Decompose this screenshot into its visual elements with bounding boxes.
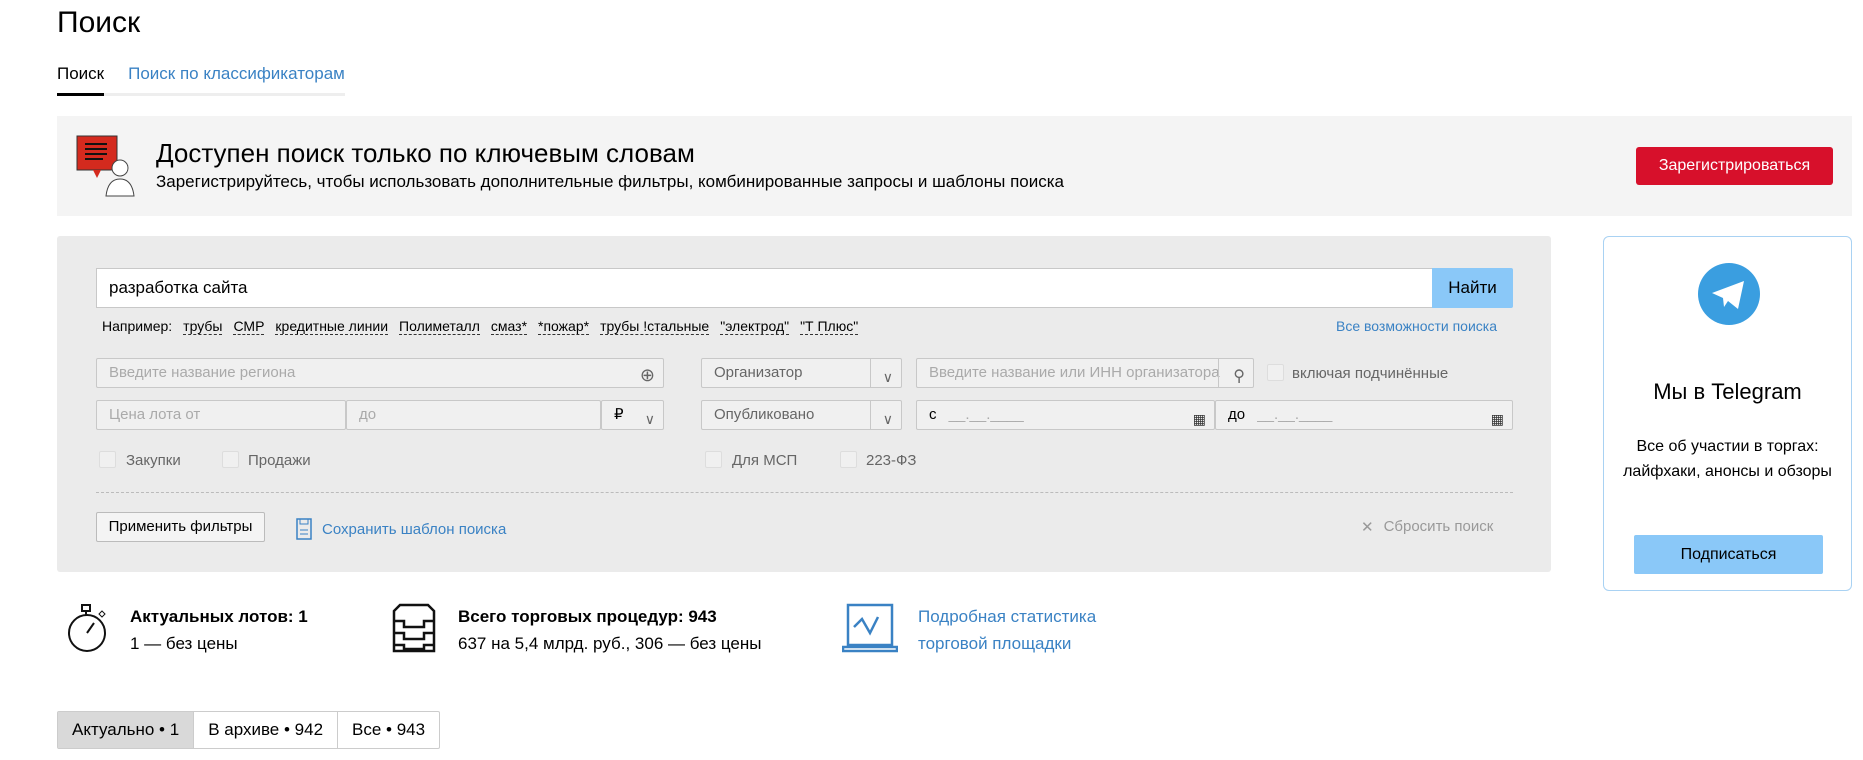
currency-value: ₽	[614, 406, 624, 423]
total-procedures-title: Всего торговых процедур: 943	[458, 607, 717, 626]
floppy-disk-icon	[296, 518, 312, 540]
registration-banner: Доступен поиск только по ключевым словам…	[57, 116, 1852, 216]
subscribe-button[interactable]: Подписаться	[1634, 535, 1823, 574]
example-link[interactable]: *пожар*	[538, 318, 590, 335]
date-from-label: с	[929, 406, 937, 423]
stopwatch-icon	[68, 604, 106, 652]
msp-label: Для МСП	[732, 452, 798, 469]
sales-checkbox[interactable]	[222, 451, 239, 468]
chevron-down-icon: ∨	[882, 411, 893, 427]
tab-all[interactable]: Все • 943	[338, 712, 439, 748]
published-select-value: Опубликовано	[714, 406, 815, 423]
calendar-icon[interactable]: ▦	[1193, 405, 1206, 433]
telegram-card: Мы в Telegram Все об участии в торгах: л…	[1603, 236, 1852, 591]
example-link[interactable]: "электрод"	[720, 318, 790, 335]
save-template-button[interactable]: Сохранить шаблон поиска	[296, 518, 506, 540]
msp-checkbox[interactable]	[705, 451, 722, 468]
example-link[interactable]: смаз*	[490, 318, 528, 335]
include-subordinate-checkbox[interactable]	[1267, 364, 1284, 381]
purchases-checkbox[interactable]	[99, 451, 116, 468]
close-icon: ✕	[1361, 519, 1374, 536]
archive-trays-icon	[392, 603, 436, 653]
price-to-input[interactable]: до	[346, 400, 601, 430]
include-subordinate-label: включая подчинённые	[1292, 365, 1449, 382]
organizer-input[interactable]: Введите название или ИНН организатора ⚲	[916, 358, 1254, 388]
banner-heading: Доступен поиск только по ключевым словам	[156, 138, 695, 168]
example-link[interactable]: Полиметалл	[399, 318, 480, 335]
date-to-input[interactable]: до __.__.____ ▦	[1215, 400, 1513, 430]
example-link[interactable]: "Т Плюс"	[800, 318, 859, 335]
search-examples: Например: трубы СМР кредитные линии Поли…	[102, 318, 859, 335]
reset-label: Сбросить поиск	[1383, 518, 1494, 535]
telegram-title: Мы в Telegram	[1653, 379, 1802, 404]
sales-label: Продажи	[248, 452, 311, 469]
published-select[interactable]: Опубликовано ∨	[701, 400, 902, 430]
organizer-select-value: Организатор	[714, 364, 803, 381]
date-to-label: до	[1228, 406, 1246, 423]
chevron-down-icon: ∨	[644, 411, 655, 427]
total-procedures-sub: 637 на 5,4 млрд. руб., 306 — без цены	[458, 634, 762, 653]
example-link[interactable]: трубы !стальные	[600, 318, 710, 335]
statistics-link-line2[interactable]: торговой площадки	[918, 630, 1096, 657]
apply-filters-button[interactable]: Применить фильтры	[96, 512, 265, 542]
organizer-select[interactable]: Организатор ∨	[701, 358, 902, 388]
example-link[interactable]: трубы	[183, 318, 223, 335]
register-button[interactable]: Зарегистрироваться	[1636, 147, 1833, 185]
reset-search-button[interactable]: ✕ Сбросить поиск	[1361, 518, 1493, 536]
fz223-checkbox[interactable]	[840, 451, 857, 468]
fz223-label: 223-ФЗ	[866, 452, 917, 469]
statistics-link-line1[interactable]: Подробная статистика	[918, 603, 1096, 630]
result-tabs: Актуально • 1 В архиве • 942 Все • 943	[57, 711, 441, 749]
actual-lots-title: Актуальных лотов: 1	[130, 607, 308, 626]
region-placeholder: Введите название региона	[109, 364, 296, 381]
date-mask: __.__.____	[948, 406, 1024, 423]
date-mask: __.__.____	[1257, 406, 1333, 423]
organizer-placeholder: Введите название или ИНН организатора	[929, 364, 1220, 381]
telegram-icon	[1698, 263, 1760, 325]
find-button[interactable]: Найти	[1432, 268, 1513, 308]
price-from-input[interactable]: Цена лота от	[96, 400, 346, 430]
tab-classifiers[interactable]: Поиск по классификаторам	[128, 62, 345, 96]
actual-lots-stat: Актуальных лотов: 1 1 — без цены	[66, 603, 308, 657]
tabs: Поиск Поиск по классификаторам	[57, 62, 345, 96]
save-template-label: Сохранить шаблон поиска	[322, 520, 507, 538]
banner-subtext: Зарегистрируйтесь, чтобы использовать до…	[156, 172, 1064, 191]
search-icon[interactable]: ⚲	[1233, 363, 1245, 391]
calendar-icon[interactable]: ▦	[1491, 405, 1504, 433]
date-from-input[interactable]: с __.__.____ ▦	[916, 400, 1215, 430]
tab-actual[interactable]: Актуально • 1	[58, 712, 195, 748]
search-panel: разработка сайта Найти Например: трубы С…	[57, 236, 1551, 572]
example-link[interactable]: СМР	[233, 318, 265, 335]
divider	[96, 492, 1513, 493]
examples-label: Например:	[102, 318, 173, 334]
chevron-down-icon: ∨	[882, 369, 893, 385]
statistics-link[interactable]: Подробная статистика торговой площадки	[842, 603, 1096, 657]
laptop-chart-icon	[842, 603, 898, 653]
actual-lots-sub: 1 — без цены	[130, 634, 238, 653]
example-link[interactable]: кредитные линии	[275, 318, 389, 335]
page-title: Поиск	[57, 6, 141, 39]
add-circle-icon[interactable]: ⊕	[640, 361, 655, 389]
tab-archive[interactable]: В архиве • 942	[194, 712, 339, 748]
purchases-label: Закупки	[126, 452, 181, 469]
search-input[interactable]: разработка сайта	[96, 268, 1433, 308]
total-procedures-stat: Всего торговых процедур: 943 637 на 5,4 м…	[390, 603, 761, 657]
tab-search[interactable]: Поиск	[57, 62, 105, 96]
currency-select[interactable]: ₽ ∨	[601, 400, 664, 430]
region-input[interactable]: Введите название региона ⊕	[96, 358, 664, 388]
telegram-text: Все об участии в торгах: лайфхаки, анонс…	[1623, 438, 1832, 480]
support-chat-icon	[76, 135, 135, 197]
all-search-options-link[interactable]: Все возможности поиска	[1336, 318, 1497, 334]
